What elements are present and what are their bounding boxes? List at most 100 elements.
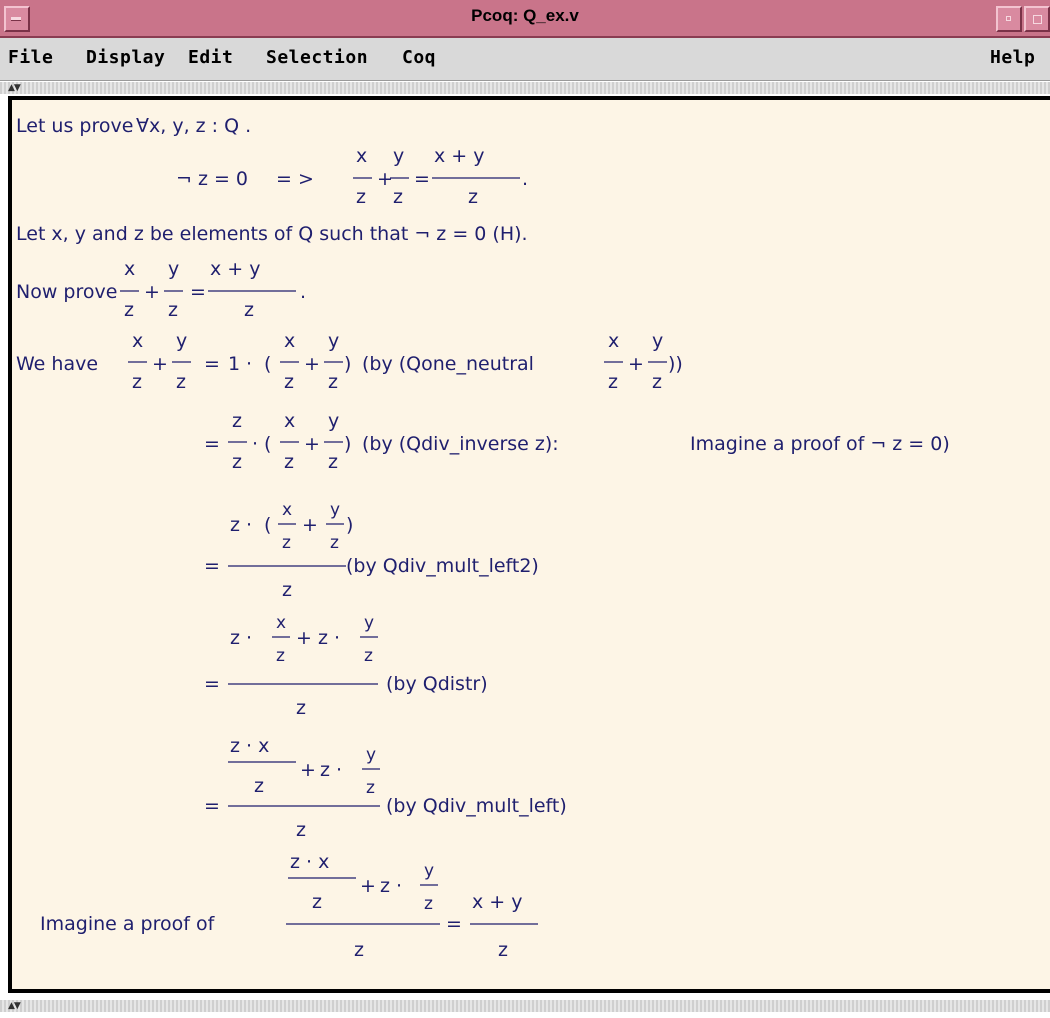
num: y (424, 861, 434, 881)
num: x (608, 330, 619, 352)
num: x + y (210, 258, 261, 280)
equals: = (204, 555, 220, 577)
plus: + (302, 514, 318, 536)
final-lead: Imagine a proof of (40, 913, 216, 935)
statement-lead: Let us prove (16, 115, 133, 137)
num: y (393, 145, 404, 167)
num: y (176, 330, 187, 352)
one: 1 (228, 353, 240, 375)
den: z (176, 371, 186, 393)
equals: = (204, 795, 220, 817)
dot: · (252, 433, 258, 455)
den: z (652, 371, 662, 393)
paren: ) (344, 433, 351, 455)
justification-5: (by Qdiv_mult_left) (386, 795, 567, 817)
plus: + (304, 353, 320, 375)
num: z · x (230, 735, 269, 757)
den: z (168, 299, 178, 321)
num: y (330, 500, 340, 520)
equals: = (204, 433, 220, 455)
plus: + (152, 353, 168, 375)
den: z (354, 939, 364, 961)
den: z (296, 819, 306, 841)
den: z (424, 894, 433, 914)
den: z (366, 778, 375, 798)
equals: = (414, 168, 430, 190)
den: z (328, 451, 338, 473)
equals: = (204, 353, 220, 375)
justification-4: (by Qdistr) (386, 673, 488, 695)
den: z (244, 299, 254, 321)
num: x (356, 145, 367, 167)
num: x (282, 500, 292, 520)
den: z (284, 371, 294, 393)
intro-line: Let x, y and z be elements of Q such tha… (16, 223, 528, 245)
proof-text: Let us prove ∀x, y, z : Q . ¬ z = 0 = > … (16, 115, 950, 961)
period: . (522, 168, 528, 190)
plus: + (360, 875, 376, 897)
den: z (468, 186, 478, 208)
implies-symbol: = > (276, 168, 314, 190)
num: z · x (290, 851, 329, 873)
plus: + (144, 281, 160, 303)
den: z (282, 579, 292, 601)
num: y (168, 258, 179, 280)
den: z (254, 775, 264, 797)
den: z (608, 371, 618, 393)
den: z (132, 371, 142, 393)
dot: · (246, 353, 252, 375)
den: z (356, 186, 366, 208)
statement-hypothesis: ¬ z = 0 (176, 168, 248, 190)
num: y (364, 613, 374, 633)
justification-2: (by (Qdiv_inverse z): (362, 433, 559, 455)
den: z (393, 186, 403, 208)
period: . (300, 281, 306, 303)
num: x (284, 330, 295, 352)
den: z (312, 891, 322, 913)
plus: + (304, 433, 320, 455)
num: y (328, 410, 339, 432)
num: x (124, 258, 135, 280)
justification-1: (by (Qone_neutral (362, 353, 534, 375)
den: z (364, 646, 373, 666)
we-have: We have (16, 353, 98, 375)
justification-1-end: )) (668, 353, 683, 375)
den: z (296, 697, 306, 719)
den: z (284, 451, 294, 473)
paren: ( (264, 353, 271, 375)
goal-lead: Now prove (16, 281, 117, 303)
justification-3: (by Qdiv_mult_left2) (346, 555, 539, 577)
plus: + (300, 759, 316, 781)
paren: ) (346, 514, 353, 536)
plus: + (377, 168, 393, 190)
num: z (232, 410, 242, 432)
num: y (652, 330, 663, 352)
den: z (328, 371, 338, 393)
num: x (132, 330, 143, 352)
statement-quantified: ∀x, y, z : Q . (136, 115, 251, 137)
plus: + (296, 627, 312, 649)
plus: + (628, 353, 644, 375)
equals: = (190, 281, 206, 303)
den: z (124, 299, 134, 321)
num: z · (230, 627, 252, 649)
equals: = (446, 913, 462, 935)
imagine-proof-h: Imagine a proof of ¬ z = 0) (690, 433, 950, 455)
paren: ( (264, 433, 271, 455)
num: z · (318, 627, 340, 649)
num: y (366, 745, 376, 765)
num: x (276, 613, 286, 633)
den: z (232, 451, 242, 473)
num: x + y (434, 145, 485, 167)
den: z (276, 646, 285, 666)
num: y (328, 330, 339, 352)
den: z (330, 533, 339, 553)
equals: = (204, 673, 220, 695)
den: z (498, 939, 508, 961)
num: z · (320, 759, 342, 781)
num: z · (380, 875, 402, 897)
num: z · (230, 514, 252, 536)
paren: ( (264, 514, 271, 536)
num: x (284, 410, 295, 432)
num: x + y (472, 891, 523, 913)
